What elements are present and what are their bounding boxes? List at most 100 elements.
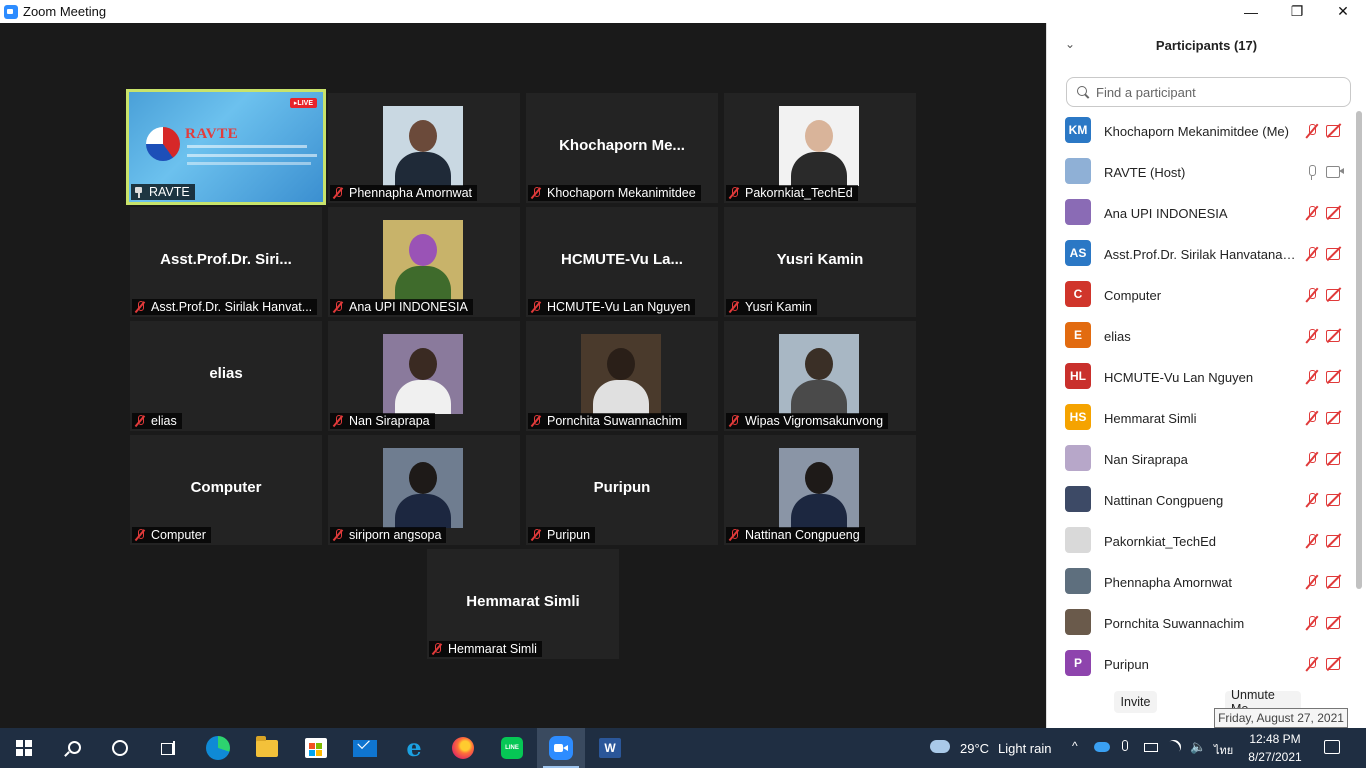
video-tile[interactable]: Wipas Vigromsakunvong xyxy=(724,321,916,431)
participant-row[interactable]: Ana UPI INDONESIA xyxy=(1047,193,1355,234)
taskbar-app-zoom[interactable] xyxy=(537,728,585,768)
participant-search-input[interactable] xyxy=(1096,84,1336,100)
start-button[interactable] xyxy=(0,728,48,768)
video-tile[interactable]: Computer Computer xyxy=(130,435,322,545)
camera-off-icon[interactable] xyxy=(1326,616,1344,629)
mic-muted-icon[interactable] xyxy=(1305,533,1319,549)
video-tile[interactable]: Asst.Prof.Dr. Siri... Asst.Prof.Dr. Siril… xyxy=(130,207,322,317)
camera-off-icon[interactable] xyxy=(1326,370,1344,383)
participant-row[interactable]: KM Khochaporn Mekanimitdee (Me) xyxy=(1047,111,1355,152)
battery-icon[interactable] xyxy=(1144,743,1158,752)
video-tile[interactable]: Nattinan Congpueng xyxy=(724,435,916,545)
cortana-icon xyxy=(112,740,128,756)
live-badge: ▸LIVE xyxy=(289,98,317,108)
camera-off-icon[interactable] xyxy=(1326,411,1344,424)
participant-name: Khochaporn Mekanimitdee (Me) xyxy=(1104,124,1289,139)
taskbar-app-firefox[interactable] xyxy=(439,728,487,768)
video-tile[interactable]: Khochaporn Me... Khochaporn Mekanimitdee xyxy=(526,93,718,203)
word-icon: W xyxy=(599,738,621,758)
participant-row[interactable]: P Puripun xyxy=(1047,644,1355,677)
participant-name: Computer xyxy=(151,528,206,542)
taskbar-app-edge[interactable] xyxy=(194,728,242,768)
participant-row[interactable]: Pornchita Suwannachim xyxy=(1047,603,1355,644)
notification-center-icon[interactable] xyxy=(1324,740,1340,754)
volume-icon[interactable]: 🔈 xyxy=(1190,739,1206,755)
maximize-button[interactable]: ❐ xyxy=(1274,0,1320,23)
taskbar-app-mail[interactable] xyxy=(341,728,389,768)
camera-icon[interactable] xyxy=(1326,165,1344,178)
participant-row[interactable]: C Computer xyxy=(1047,275,1355,316)
wifi-icon[interactable] xyxy=(1164,737,1184,757)
mic-muted-icon[interactable] xyxy=(1305,656,1319,672)
mic-muted-icon[interactable] xyxy=(1305,615,1319,631)
camera-off-icon[interactable] xyxy=(1326,493,1344,506)
minimize-button[interactable]: — xyxy=(1228,0,1274,23)
participant-row[interactable]: Pakornkiat_TechEd xyxy=(1047,521,1355,562)
video-tile[interactable]: elias elias xyxy=(130,321,322,431)
taskbar-app-internet-explorer[interactable]: e xyxy=(390,728,438,768)
weather-temperature[interactable]: 29°C xyxy=(960,741,989,756)
participant-row[interactable]: Nan Siraprapa xyxy=(1047,439,1355,480)
invite-button[interactable]: Invite xyxy=(1114,691,1157,713)
camera-off-icon[interactable] xyxy=(1326,206,1344,219)
tile-name-label: Computer xyxy=(132,527,211,543)
video-tile[interactable]: HCMUTE-Vu La... HCMUTE-Vu Lan Nguyen xyxy=(526,207,718,317)
mic-muted-icon[interactable] xyxy=(1305,246,1319,262)
input-language[interactable]: ไทย xyxy=(1214,741,1233,759)
microphone-icon[interactable] xyxy=(1122,740,1128,751)
video-tile[interactable]: Nan Siraprapa xyxy=(328,321,520,431)
video-tile[interactable]: Pornchita Suwannachim xyxy=(526,321,718,431)
mic-muted-icon[interactable] xyxy=(1305,574,1319,590)
participant-row[interactable]: HS Hemmarat Simli xyxy=(1047,398,1355,439)
taskbar-app-line[interactable]: LINE xyxy=(488,728,536,768)
participant-row[interactable]: RAVTE (Host) xyxy=(1047,152,1355,193)
camera-off-icon[interactable] xyxy=(1326,534,1344,547)
close-button[interactable]: ✕ xyxy=(1320,0,1366,23)
mic-muted-icon[interactable] xyxy=(1305,287,1319,303)
mic-muted-icon[interactable] xyxy=(1305,123,1319,139)
taskbar-search-button[interactable] xyxy=(48,728,96,768)
video-tile[interactable]: Ana UPI INDONESIA xyxy=(328,207,520,317)
video-tile[interactable]: Pakornkiat_TechEd xyxy=(724,93,916,203)
taskbar-app-word[interactable]: W xyxy=(586,728,634,768)
onedrive-icon[interactable] xyxy=(1094,742,1110,752)
mic-muted-icon[interactable] xyxy=(1305,205,1319,221)
video-tile[interactable]: RAVTE ▸LIVE RAVTE xyxy=(126,89,326,205)
camera-off-icon[interactable] xyxy=(1326,288,1344,301)
video-tile[interactable]: siriporn angsopa xyxy=(328,435,520,545)
show-hidden-icons-button[interactable]: ^ xyxy=(1072,739,1078,753)
video-tile[interactable]: Yusri Kamin Yusri Kamin xyxy=(724,207,916,317)
mic-muted-icon[interactable] xyxy=(1305,492,1319,508)
camera-off-icon[interactable] xyxy=(1326,247,1344,260)
weather-description[interactable]: Light rain xyxy=(998,741,1051,756)
participant-list-scrollbar[interactable] xyxy=(1356,111,1362,589)
participant-row[interactable]: Nattinan Congpueng xyxy=(1047,480,1355,521)
weather-cloud-icon[interactable] xyxy=(930,740,950,753)
camera-off-icon[interactable] xyxy=(1326,124,1344,137)
mic-muted-icon[interactable] xyxy=(1305,369,1319,385)
video-tile[interactable]: Puripun Puripun xyxy=(526,435,718,545)
participant-row[interactable]: AS Asst.Prof.Dr. Sirilak Hanvatanan... xyxy=(1047,234,1355,275)
participant-name: Pornchita Suwannachim xyxy=(1104,616,1245,631)
video-tile[interactable]: Phennapha Amornwat xyxy=(328,93,520,203)
camera-off-icon[interactable] xyxy=(1326,329,1344,342)
task-view-button[interactable] xyxy=(144,728,192,768)
mic-muted-icon[interactable] xyxy=(1305,328,1319,344)
camera-off-icon[interactable] xyxy=(1326,452,1344,465)
search-box[interactable] xyxy=(1066,77,1351,107)
participant-name: Khochaporn Mekanimitdee xyxy=(547,186,696,200)
camera-off-icon[interactable] xyxy=(1326,575,1344,588)
camera-off-icon[interactable] xyxy=(1326,657,1344,670)
taskbar-app-file-explorer[interactable] xyxy=(243,728,291,768)
clock-time[interactable]: 12:48 PM xyxy=(1243,732,1307,746)
mic-muted-icon[interactable] xyxy=(1305,451,1319,467)
clock-date[interactable]: 8/27/2021 xyxy=(1243,750,1307,764)
video-tile[interactable]: Hemmarat Simli Hemmarat Simli xyxy=(427,549,619,659)
mic-icon[interactable] xyxy=(1305,164,1319,180)
cortana-button[interactable] xyxy=(96,728,144,768)
participant-row[interactable]: Eelias xyxy=(1047,316,1355,357)
participant-row[interactable]: Phennapha Amornwat xyxy=(1047,562,1355,603)
mic-muted-icon[interactable] xyxy=(1305,410,1319,426)
participant-row[interactable]: HL HCMUTE-Vu Lan Nguyen xyxy=(1047,357,1355,398)
taskbar-app-store[interactable] xyxy=(292,728,340,768)
